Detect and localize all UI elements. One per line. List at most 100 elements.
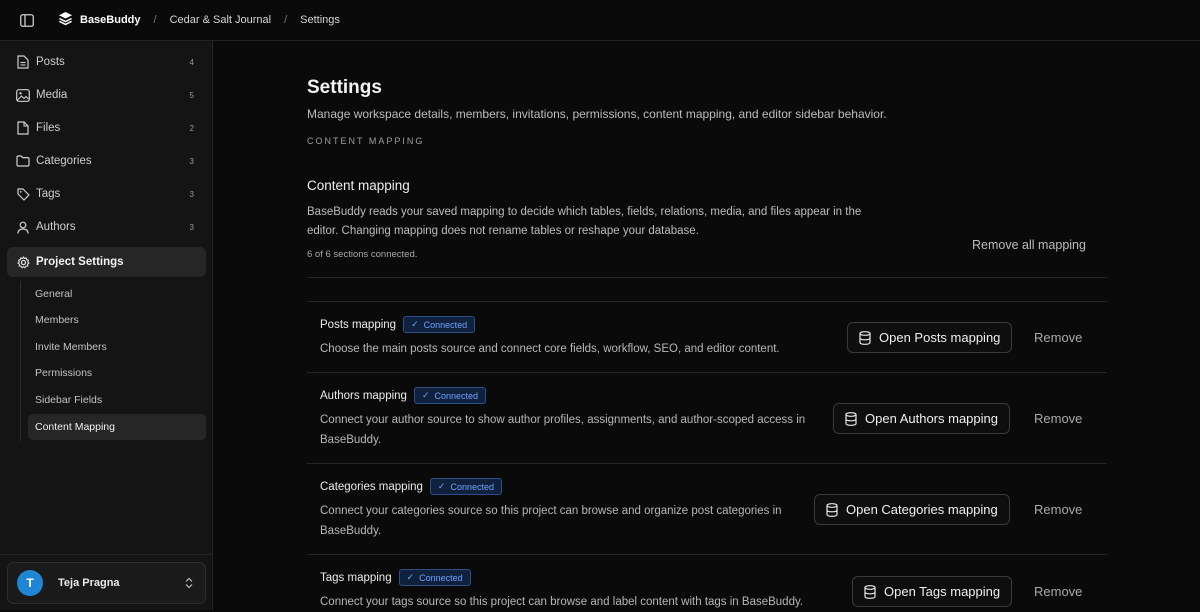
sidebar-item-label: Files [36,122,61,134]
breadcrumb-settings: Settings [300,14,340,26]
item-count: 2 [189,123,194,133]
user-menu[interactable]: T Teja Pragna [7,562,206,604]
chevron-up-down-icon [185,576,195,590]
user-name: Teja Pragna [58,577,120,589]
settings-subnav: General Members Invite Members Permissio… [20,281,206,441]
item-count: 5 [189,90,194,100]
badge-label: Connected [419,572,463,583]
sidebar-item-posts[interactable]: Posts 4 [7,47,206,77]
brand-logo[interactable]: BaseBuddy [58,11,141,29]
status-badge: ✓ Connected [429,478,503,495]
subnav-permissions[interactable]: Permissions [28,360,206,386]
toggle-sidebar-icon[interactable] [18,11,36,29]
breadcrumb-separator: / [153,14,157,26]
remove-all-mapping-button[interactable]: Remove all mapping [972,238,1086,252]
divider [307,277,1107,278]
user-icon [16,220,30,234]
sidebar-item-authors[interactable]: Authors 3 [7,212,206,242]
check-icon: ✓ [421,390,430,400]
badge-label: Connected [450,481,495,492]
status-badge: ✓ Connected [403,316,476,333]
button-label: Open Tags mapping [884,584,1001,599]
content-mapping-description: BaseBuddy reads your saved mapping to de… [307,206,862,237]
status-badge: ✓ Connected [413,387,487,404]
remove-categories-mapping-button[interactable]: Remove [1034,502,1082,517]
main-content: Settings Manage workspace details, membe… [214,41,1200,610]
layers-icon [58,11,73,29]
mapping-title: Categories mapping [320,480,423,493]
sidebar-item-label: Authors [36,221,76,233]
check-icon: ✓ [437,481,446,491]
badge-label: Connected [434,390,479,401]
open-authors-mapping-button[interactable]: Open Authors mapping [833,403,1010,434]
top-bar: BaseBuddy / Cedar & Salt Journal / Setti… [0,0,1200,41]
check-icon: ✓ [406,572,415,582]
image-icon [16,88,30,102]
avatar: T [17,570,43,596]
mapping-title: Authors mapping [320,389,407,402]
mapping-row-authors: Authors mapping ✓ Connected Connect your … [307,373,1107,464]
folder-icon [16,154,30,168]
page-title: Settings [307,77,382,98]
open-tags-mapping-button[interactable]: Open Tags mapping [852,576,1013,607]
connection-status: 6 of 6 sections connected. [307,249,418,260]
mapping-row-title: Tags mapping ✓ Connected [320,569,471,586]
database-icon [845,411,859,426]
sidebar-item-categories[interactable]: Categories 3 [7,146,206,176]
remove-posts-mapping-button[interactable]: Remove [1034,330,1082,345]
button-label: Open Categories mapping [846,502,998,517]
mapping-description: Connect your categories source so this p… [320,505,782,537]
sidebar-item-label: Posts [36,56,65,68]
sidebar-item-label: Media [36,89,68,101]
mapping-row-title: Categories mapping ✓ Connected [320,478,503,495]
brand-name: BaseBuddy [80,14,141,26]
remove-tags-mapping-button[interactable]: Remove [1034,584,1082,599]
mapping-row-categories: Categories mapping ✓ Connected Connect yo… [307,464,1107,555]
badge-label: Connected [423,319,468,330]
sidebar-item-media[interactable]: Media 5 [7,80,206,110]
document-icon [16,55,30,69]
sidebar-item-label: Project Settings [36,256,124,268]
section-label: CONTENT MAPPING [307,136,425,146]
subnav-content-mapping[interactable]: Content Mapping [28,414,206,440]
item-count: 3 [189,156,194,166]
tag-icon [16,187,30,201]
sidebar-item-project-settings[interactable]: Project Settings [7,247,206,277]
sidebar-item-tags[interactable]: Tags 3 [7,179,206,209]
open-posts-mapping-button[interactable]: Open Posts mapping [847,322,1013,353]
subnav-sidebar-fields[interactable]: Sidebar Fields [28,387,206,413]
mapping-title: Posts mapping [320,318,397,331]
subnav-invite-members[interactable]: Invite Members [28,334,206,360]
subnav-general[interactable]: General [28,281,206,307]
remove-authors-mapping-button[interactable]: Remove [1034,411,1082,426]
open-categories-mapping-button[interactable]: Open Categories mapping [814,494,1010,525]
mapping-row-tags: Tags mapping ✓ Connected Connect your tag… [307,555,1107,610]
item-count: 3 [189,189,194,199]
item-count: 4 [189,57,194,67]
database-icon [826,502,840,517]
mapping-title: Tags mapping [320,571,392,584]
mapping-description: Connect your tags source so this project… [320,596,804,608]
content-mapping-title: Content mapping [307,178,410,193]
status-badge: ✓ Connected [398,569,471,586]
mapping-row-posts: Posts mapping ✓ Connected Choose the main… [307,302,1107,373]
mapping-description: Choose the main posts source and connect… [320,343,780,355]
breadcrumb-separator: / [284,14,288,26]
sidebar: Posts 4 Media 5 Files 2 Categories 3 Tag… [0,41,213,610]
database-icon [859,330,873,345]
file-icon [16,121,30,135]
button-label: Open Posts mapping [879,330,1001,345]
gear-icon [16,255,30,269]
mapping-description: Connect your author source to show autho… [320,414,806,446]
page-description: Manage workspace details, members, invit… [307,107,887,121]
breadcrumb-project[interactable]: Cedar & Salt Journal [170,14,272,26]
sidebar-item-files[interactable]: Files 2 [7,113,206,143]
sidebar-item-label: Tags [36,188,61,200]
item-count: 3 [189,222,194,232]
database-icon [864,584,878,599]
mapping-row-title: Posts mapping ✓ Connected [320,316,476,333]
subnav-members[interactable]: Members [28,307,206,333]
mapping-row-title: Authors mapping ✓ Connected [320,387,487,404]
button-label: Open Authors mapping [865,411,998,426]
sidebar-item-label: Categories [36,155,92,167]
